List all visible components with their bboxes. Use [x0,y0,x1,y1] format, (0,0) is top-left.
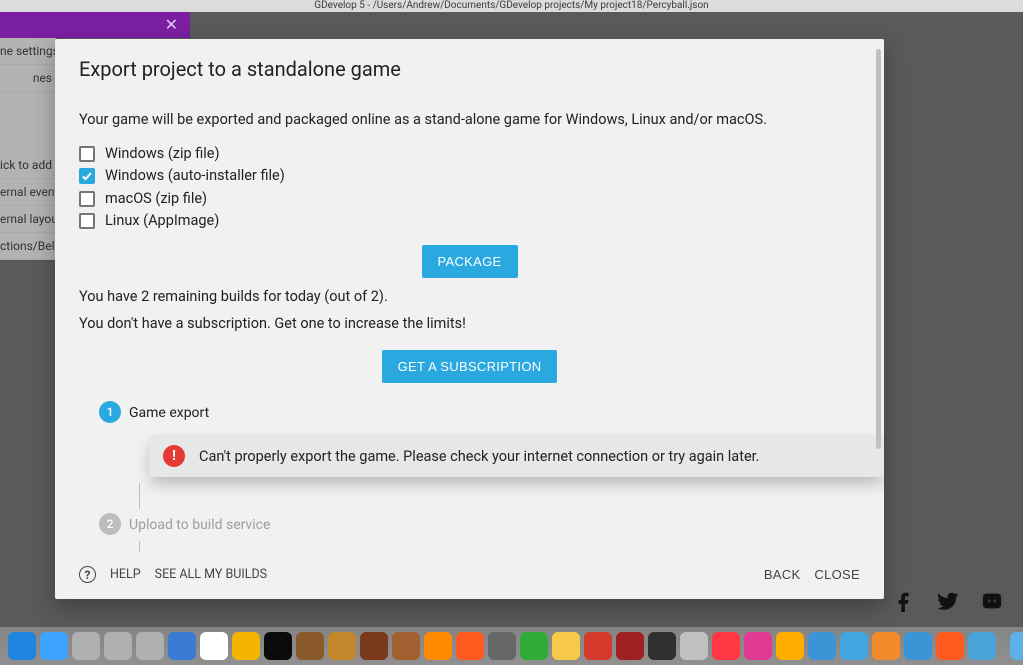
dock-app-icon[interactable] [680,632,708,660]
step-connector [139,483,140,509]
step-connector [139,541,140,552]
export-dialog: Export project to a standalone game Your… [55,39,884,599]
error-message-box: ! Can't properly export the game. Please… [149,435,884,477]
dock-app-icon[interactable] [392,632,420,660]
bg-sidebar-item: nes [0,65,56,92]
dock-app-icon[interactable] [712,632,740,660]
dock-app-icon[interactable] [808,632,836,660]
macos-dock [0,627,1023,665]
platform-option[interactable]: Windows (zip file) [79,144,860,164]
step-number: 1 [99,401,121,423]
dock-app-icon[interactable] [136,632,164,660]
dock-app-icon[interactable] [776,632,804,660]
dock-app-icon[interactable] [648,632,676,660]
bg-sidebar-item: ctions/Bel [0,233,56,260]
tab-strip: ✕ [0,12,190,38]
step-2: 2 Upload to build service [99,513,860,552]
step-number: 2 [99,513,121,535]
dock-app-icon[interactable] [104,632,132,660]
dock-app-icon[interactable] [744,632,772,660]
dock-app-icon[interactable] [872,632,900,660]
twitter-icon[interactable] [937,590,959,612]
dock-app-icon[interactable] [584,632,612,660]
error-icon: ! [163,445,185,467]
step-label: Game export [129,405,209,421]
dialog-description: Your game will be exported and packaged … [79,111,860,128]
dialog-title: Export project to a standalone game [79,57,860,81]
bg-sidebar-item: ne settings [0,38,56,65]
close-button[interactable]: CLOSE [814,567,860,582]
bg-sidebar-item: ernal event [0,179,56,206]
bg-sidebar-item: ernal layout [0,206,56,233]
platform-option-label: macOS (zip file) [105,189,207,209]
window-titlebar: GDevelop 5 - /Users/Andrew/Documents/GDe… [0,0,1023,12]
help-link[interactable]: HELP [110,567,141,582]
error-message-text: Can't properly export the game. Please c… [199,448,760,465]
platform-option-label: Linux (AppImage) [105,211,219,231]
platform-option-label: Windows (auto-installer file) [105,166,285,186]
dock-app-icon[interactable] [40,632,68,660]
checkbox-icon[interactable] [79,191,95,207]
dock-app-icon[interactable] [616,632,644,660]
dock-app-icon[interactable] [840,632,868,660]
checkbox-icon[interactable] [79,146,95,162]
checkbox-checked-icon[interactable] [79,168,95,184]
dock-app-icon[interactable] [168,632,196,660]
checkbox-icon[interactable] [79,213,95,229]
bg-sidebar-item: ick to add [0,152,56,179]
dock-app-icon[interactable] [520,632,548,660]
social-icons [893,590,1003,612]
dock-app-icon[interactable] [360,632,388,660]
dock-app-icon[interactable] [488,632,516,660]
step-1: 1 Game export ! Can't properly export th… [99,401,860,509]
help-icon[interactable]: ? [79,566,96,583]
remaining-builds-text: You have 2 remaining builds for today (o… [79,288,860,305]
package-button[interactable]: PACKAGE [422,245,518,278]
dock-app-icon[interactable] [968,632,996,660]
dock-app-icon[interactable] [232,632,260,660]
discord-icon[interactable] [981,590,1003,612]
dock-app-icon[interactable] [424,632,452,660]
dock-app-icon[interactable] [552,632,580,660]
export-steps: 1 Game export ! Can't properly export th… [99,401,860,552]
platform-option[interactable]: macOS (zip file) [79,189,860,209]
platform-option-label: Windows (zip file) [105,144,220,164]
step-label: Upload to build service [129,517,270,533]
back-button[interactable]: BACK [764,567,801,582]
dock-app-icon[interactable] [8,632,36,660]
background-sidebar: ne settingsnes ick to addernal eventernal… [0,38,56,260]
get-subscription-button[interactable]: GET A SUBSCRIPTION [382,350,558,383]
facebook-icon[interactable] [893,590,915,612]
dock-app-icon[interactable] [296,632,324,660]
close-tab-icon[interactable]: ✕ [165,17,178,33]
dock-app-icon[interactable] [936,632,964,660]
dock-app-icon[interactable] [72,632,100,660]
see-all-builds-link[interactable]: SEE ALL MY BUILDS [155,567,267,582]
no-subscription-text: You don't have a subscription. Get one t… [79,315,860,332]
dock-app-icon[interactable] [328,632,356,660]
dock-app-icon[interactable] [264,632,292,660]
dock-app-icon[interactable] [904,632,932,660]
platform-option[interactable]: Linux (AppImage) [79,211,860,231]
dialog-footer: ? HELP SEE ALL MY BUILDS BACK CLOSE [55,552,884,599]
platform-option[interactable]: Windows (auto-installer file) [79,166,860,186]
dock-app-icon[interactable] [1010,632,1023,660]
dock-app-icon[interactable] [456,632,484,660]
dock-app-icon[interactable] [200,632,228,660]
